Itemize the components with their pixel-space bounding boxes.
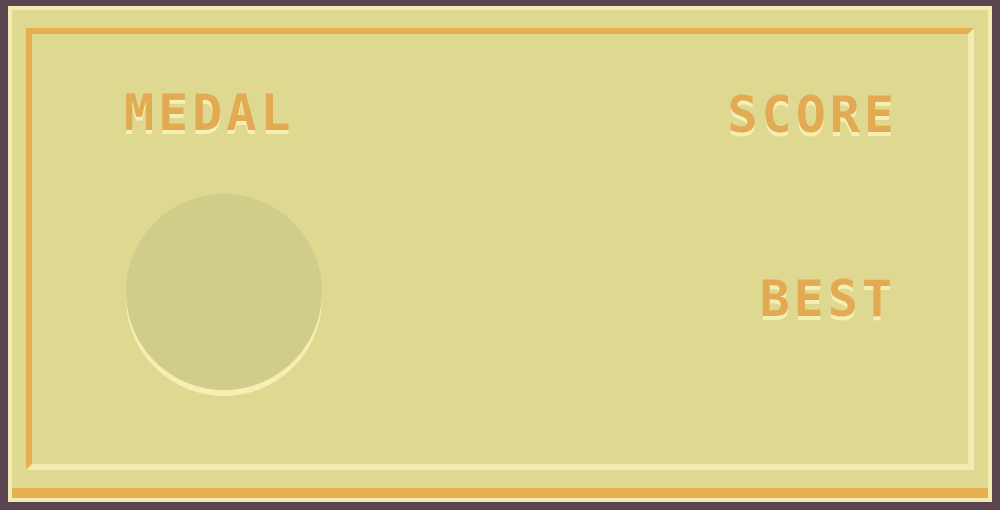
medal-label: MEDAL <box>124 84 295 142</box>
medal-slot-empty <box>126 194 322 390</box>
score-label: SCORE <box>727 86 898 144</box>
score-value <box>838 160 898 210</box>
best-score-value <box>838 340 898 390</box>
best-label: BEST <box>759 270 896 328</box>
scoreboard-panel: MEDAL SCORE BEST <box>8 6 992 502</box>
